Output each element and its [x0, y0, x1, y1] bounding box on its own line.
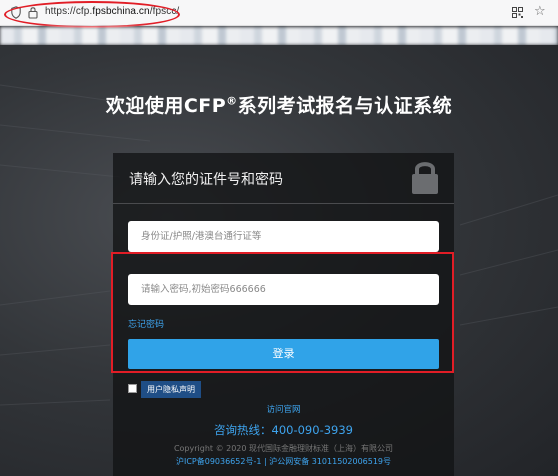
star-icon[interactable]: ☆ [534, 4, 546, 19]
copyright-text: Copyright © 2020 现代国际金融理财标准（上海）有限公司 [173, 444, 394, 453]
visit-site-link[interactable]: 访问官网 [113, 403, 454, 415]
panel-divider [113, 203, 454, 204]
icp-link[interactable]: 沪ICP备09036652号-1 | 沪公网安备 31011502006519号 [113, 456, 454, 467]
headline-before: 欢迎使用CFP [105, 95, 227, 117]
bookmarks-bar [0, 27, 558, 45]
privacy-statement-link[interactable]: 用户隐私声明 [141, 381, 201, 398]
annotation-ellipse [4, 1, 180, 28]
registered-mark: ® [226, 94, 238, 108]
page-headline: 欢迎使用CFP®系列考试报名与认证系统 [0, 91, 558, 118]
id-input[interactable] [128, 221, 439, 252]
annotation-box [111, 252, 454, 373]
privacy-checkbox[interactable] [128, 384, 137, 393]
padlock-icon [412, 162, 438, 194]
headline-after: 系列考试报名与认证系统 [237, 95, 453, 117]
hotline-text: 咨询热线：400-090-3939 [214, 423, 353, 437]
page-background: 欢迎使用CFP®系列考试报名与认证系统 请输入您的证件号和密码 忘记密码 登录 … [0, 45, 558, 476]
qr-code-icon[interactable] [512, 7, 523, 18]
id-field[interactable] [128, 221, 439, 252]
login-title: 请输入您的证件号和密码 [129, 172, 283, 188]
